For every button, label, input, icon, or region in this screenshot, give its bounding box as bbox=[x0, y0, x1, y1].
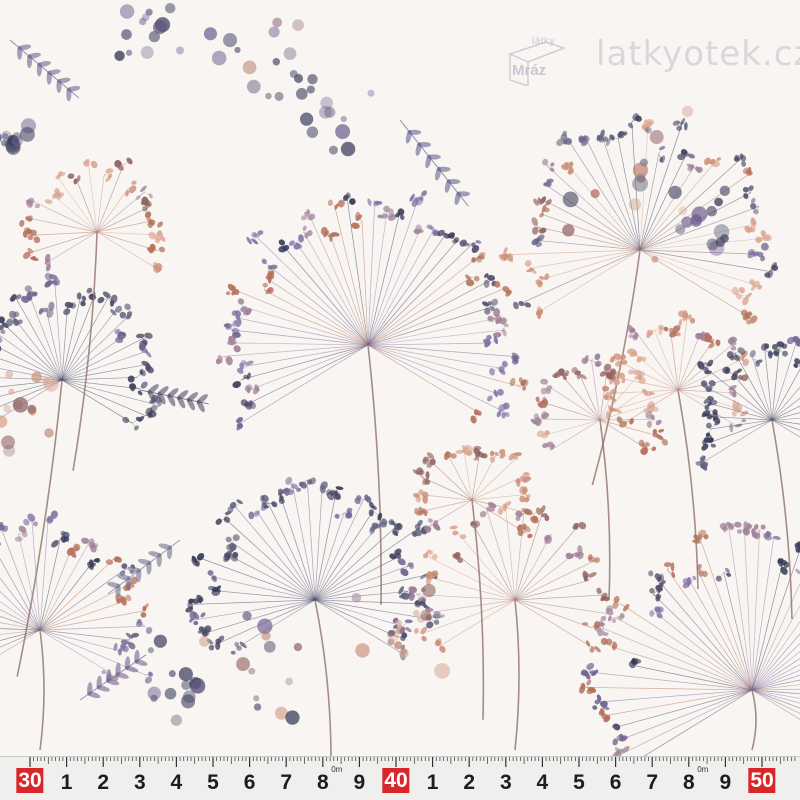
ruler-label: 4 bbox=[536, 771, 549, 794]
fabric-sheen bbox=[0, 0, 800, 756]
ruler-label: 6 bbox=[609, 771, 622, 794]
ruler-label: 2 bbox=[97, 771, 110, 794]
ruler-meter-mark: 0m bbox=[331, 765, 343, 774]
ruler-label: 9 bbox=[353, 771, 366, 794]
ruler-label: 40 bbox=[382, 768, 410, 793]
logo-text-mraz: Mráz bbox=[512, 62, 547, 79]
site-watermark: latkyotek.cz bbox=[596, 34, 800, 74]
ruler-label: 1 bbox=[60, 771, 73, 794]
ruler-label: 3 bbox=[499, 771, 512, 794]
ruler-label: 50 bbox=[748, 768, 776, 793]
measuring-tape: 30 1 2 3 4 5 6 7 8 9 40 1 2 3 4 5 6 7 8 9 50 0m 0m bbox=[0, 756, 800, 800]
ruler-label: 8 bbox=[316, 771, 329, 794]
ruler-label: 1 bbox=[426, 771, 439, 794]
ruler-label: 6 bbox=[243, 771, 256, 794]
ruler-label: 5 bbox=[573, 771, 585, 794]
ruler-label: 8 bbox=[682, 771, 695, 794]
floral-fabric-pattern bbox=[0, 0, 800, 756]
ruler-meter-mark: 0m bbox=[697, 765, 709, 774]
ruler-label: 30 bbox=[16, 768, 44, 793]
logo-text-latky: látky bbox=[532, 36, 556, 47]
ruler-label: 7 bbox=[646, 771, 659, 794]
ruler-label: 7 bbox=[280, 771, 293, 794]
ruler-label: 9 bbox=[719, 771, 732, 794]
product-photo: látky Mráz latkyotek.cz 30 1 2 3 4 5 6 7 8 9 40 1 2 3… bbox=[0, 0, 800, 800]
ruler-label: 2 bbox=[463, 771, 476, 794]
ruler-label: 3 bbox=[133, 771, 146, 794]
ruler-label: 5 bbox=[207, 771, 219, 794]
ruler-label: 4 bbox=[170, 771, 183, 794]
